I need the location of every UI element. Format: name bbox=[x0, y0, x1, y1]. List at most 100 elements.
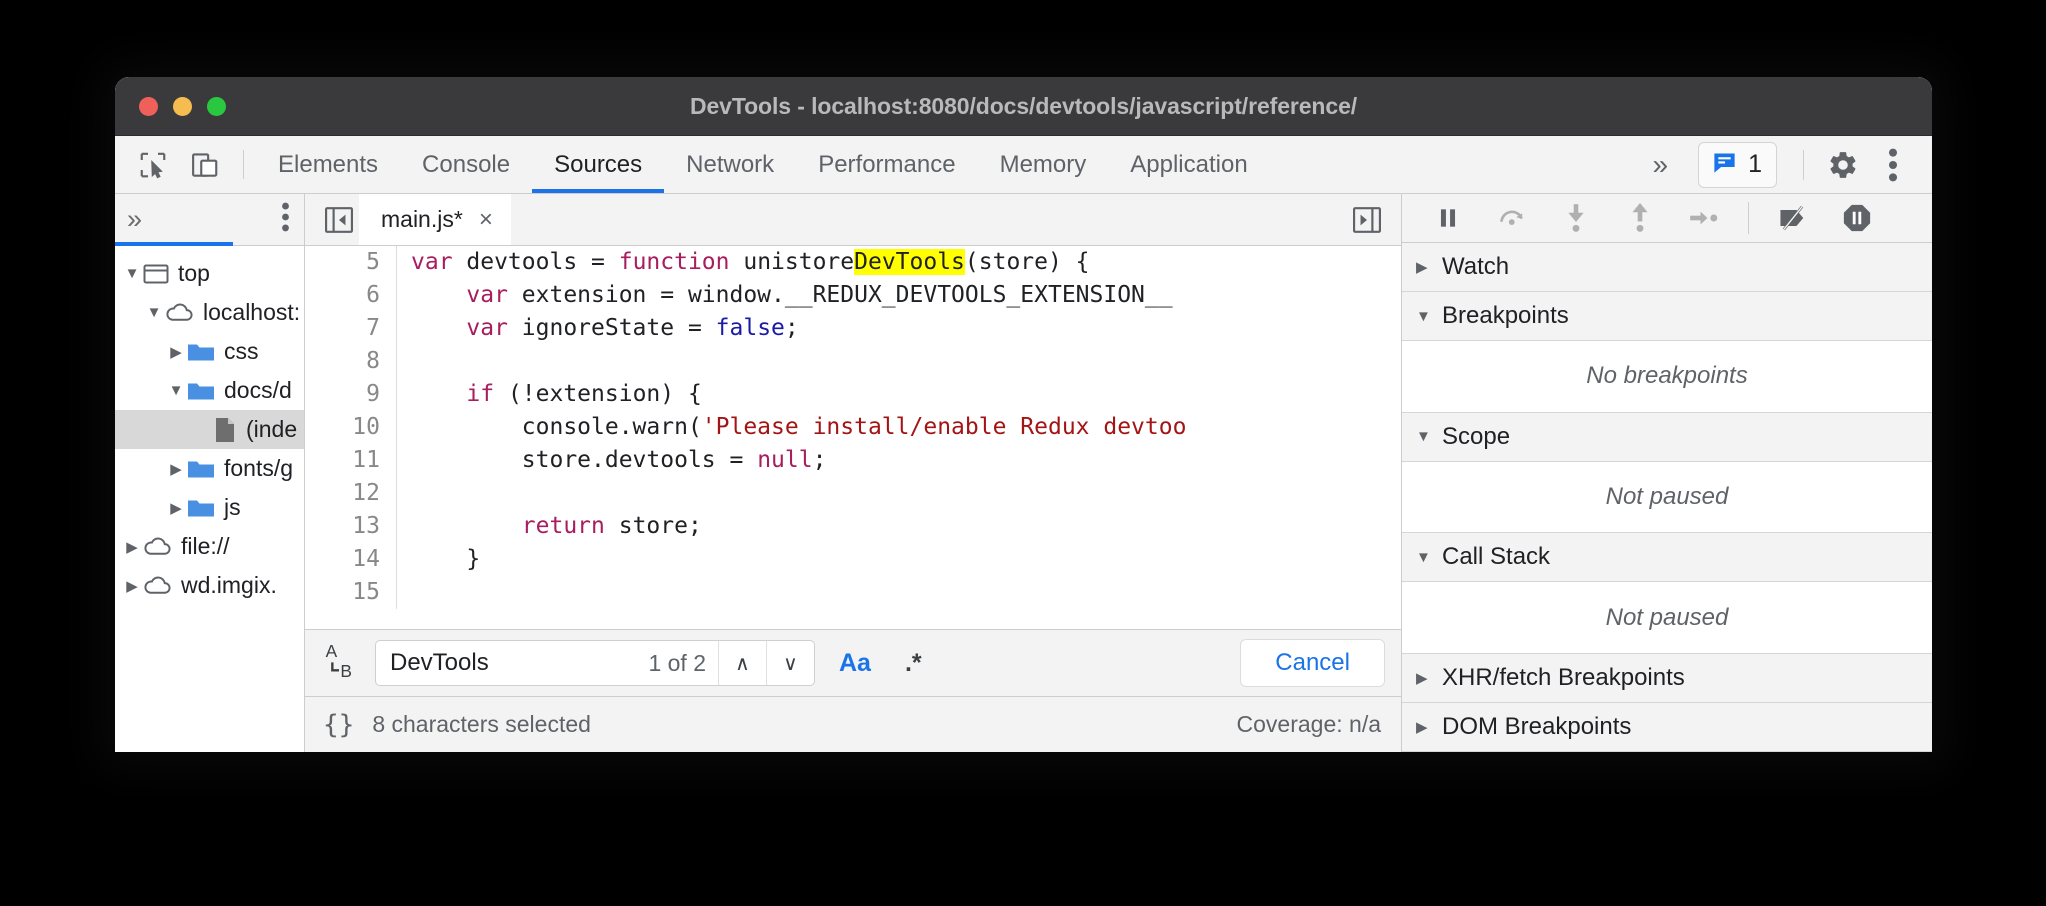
line-number: 10 bbox=[305, 411, 397, 444]
line-number: 6 bbox=[305, 279, 397, 312]
tree-item-index-file-label: (inde bbox=[246, 416, 297, 443]
regex-toggle[interactable]: .* bbox=[895, 649, 932, 678]
chevron-down-icon[interactable]: ▼ bbox=[143, 304, 165, 321]
tab-console[interactable]: Console bbox=[400, 136, 532, 193]
tree-item-file-protocol-label: file:// bbox=[181, 533, 230, 560]
more-tabs-chevron-icon[interactable]: » bbox=[1637, 136, 1685, 193]
code-line: 12 bbox=[305, 477, 1401, 510]
tree-item-wd-imgix-label: wd.imgix. bbox=[181, 572, 277, 599]
code-line: 9 if (!extension) { bbox=[305, 378, 1401, 411]
chevron-right-icon[interactable]: ▶ bbox=[165, 343, 187, 361]
navigator-more-tabs-chevron-icon[interactable]: » bbox=[127, 206, 142, 233]
replace-icon[interactable]: A B bbox=[325, 641, 361, 686]
gear-icon[interactable] bbox=[1820, 149, 1866, 181]
tree-item-docs[interactable]: ▼ docs/d bbox=[115, 371, 304, 410]
svg-text:A: A bbox=[326, 641, 338, 661]
show-navigator-icon[interactable] bbox=[319, 207, 359, 233]
chevron-right-icon[interactable]: ▶ bbox=[165, 460, 187, 478]
minimize-window-button[interactable] bbox=[173, 97, 192, 116]
code-line: 15 bbox=[305, 576, 1401, 609]
step-over-next-function-call-icon[interactable] bbox=[1484, 198, 1540, 238]
svg-text:B: B bbox=[340, 661, 352, 681]
editor-tabbar-right bbox=[1347, 207, 1387, 233]
tab-memory[interactable]: Memory bbox=[978, 136, 1109, 193]
line-content: store.devtools = null; bbox=[397, 444, 826, 477]
line-number: 9 bbox=[305, 378, 397, 411]
kebab-menu-icon[interactable] bbox=[1870, 148, 1916, 182]
chevron-down-icon: ▼ bbox=[1416, 428, 1430, 445]
code-line: 10 console.warn('Please install/enable R… bbox=[305, 411, 1401, 444]
deactivate-breakpoints-icon[interactable] bbox=[1765, 198, 1821, 238]
chevron-right-icon[interactable]: ▶ bbox=[121, 577, 143, 595]
find-previous-button[interactable]: ∧ bbox=[718, 641, 766, 685]
tab-console-label: Console bbox=[422, 151, 510, 179]
pretty-print-icon[interactable]: {} bbox=[323, 710, 354, 740]
line-number: 8 bbox=[305, 345, 397, 378]
debugger-panel: ▶ Watch ▼ Breakpoints No breakpoints ▼ S… bbox=[1402, 194, 1932, 752]
debugger-toolbar-divider bbox=[1748, 202, 1749, 234]
step-into-next-function-call-icon[interactable] bbox=[1548, 198, 1604, 238]
debugger-section-call-stack[interactable]: ▼ Call Stack bbox=[1402, 533, 1932, 582]
find-next-button[interactable]: ∨ bbox=[766, 641, 814, 685]
tree-item-file-protocol[interactable]: ▶ file:// bbox=[115, 527, 304, 566]
line-number: 5 bbox=[305, 246, 397, 279]
tree-item-wd-imgix[interactable]: ▶ wd.imgix. bbox=[115, 566, 304, 605]
maximize-window-button[interactable] bbox=[207, 97, 226, 116]
tab-application[interactable]: Application bbox=[1108, 136, 1269, 193]
coverage-status: Coverage: n/a bbox=[1237, 711, 1381, 738]
tab-elements[interactable]: Elements bbox=[256, 136, 400, 193]
tree-item-css[interactable]: ▶ css bbox=[115, 332, 304, 371]
tree-item-js[interactable]: ▶ js bbox=[115, 488, 304, 527]
tab-network[interactable]: Network bbox=[664, 136, 796, 193]
chevron-down-icon[interactable]: ▼ bbox=[165, 382, 187, 399]
chevron-down-icon[interactable]: ▼ bbox=[121, 265, 143, 282]
cancel-button[interactable]: Cancel bbox=[1240, 639, 1385, 687]
pause-script-execution-icon[interactable] bbox=[1420, 198, 1476, 238]
chevron-right-icon[interactable]: ▶ bbox=[165, 499, 187, 517]
editor-tab-main-js[interactable]: main.js* × bbox=[359, 194, 511, 245]
panel-tabs: Elements Console Sources Network Perform… bbox=[256, 136, 1270, 193]
code-line: 7 var ignoreState = false; bbox=[305, 312, 1401, 345]
tree-item-localhost[interactable]: ▼ localhost: bbox=[115, 293, 304, 332]
code-token: null bbox=[757, 447, 812, 473]
tab-sources-label: Sources bbox=[554, 151, 642, 179]
debugger-section-xhr-breakpoints-label: XHR/fetch Breakpoints bbox=[1442, 664, 1685, 692]
run-snippet-icon[interactable] bbox=[1347, 207, 1387, 233]
file-tree: ▼ top ▼ lo bbox=[115, 246, 304, 605]
code-line: 11 store.devtools = null; bbox=[305, 444, 1401, 477]
find-input[interactable] bbox=[376, 649, 648, 677]
device-toolbar-icon[interactable] bbox=[179, 136, 231, 193]
code-token: (store) { bbox=[965, 249, 1090, 275]
tree-item-top[interactable]: ▼ top bbox=[115, 254, 304, 293]
close-icon[interactable]: × bbox=[479, 206, 493, 234]
frame-icon bbox=[143, 263, 169, 285]
match-case-toggle[interactable]: Aa bbox=[829, 649, 881, 678]
editor-status-bar: {} 8 characters selected Coverage: n/a bbox=[305, 696, 1401, 752]
file-icon bbox=[213, 417, 237, 443]
tree-item-fonts[interactable]: ▶ fonts/g bbox=[115, 449, 304, 488]
line-content bbox=[397, 477, 411, 510]
debugger-section-dom-breakpoints[interactable]: ▶ DOM Breakpoints bbox=[1402, 703, 1932, 752]
step-icon[interactable] bbox=[1676, 198, 1732, 238]
close-window-button[interactable] bbox=[139, 97, 158, 116]
pause-on-exceptions-icon[interactable] bbox=[1829, 198, 1885, 238]
code-editor[interactable]: 5 var devtools = function unistoreDevToo… bbox=[305, 246, 1401, 629]
tab-performance[interactable]: Performance bbox=[796, 136, 977, 193]
line-number: 13 bbox=[305, 510, 397, 543]
console-message-badge[interactable]: 1 bbox=[1698, 142, 1777, 188]
chevron-right-icon[interactable]: ▶ bbox=[121, 538, 143, 556]
navigator-kebab-menu-icon[interactable] bbox=[281, 202, 290, 237]
navigator-header: » bbox=[115, 194, 304, 246]
code-token: console.warn( bbox=[411, 414, 702, 440]
debugger-section-xhr-breakpoints[interactable]: ▶ XHR/fetch Breakpoints bbox=[1402, 654, 1932, 703]
inspect-element-icon[interactable] bbox=[127, 136, 179, 193]
code-token bbox=[411, 513, 522, 539]
debugger-section-watch[interactable]: ▶ Watch bbox=[1402, 243, 1932, 292]
tab-sources[interactable]: Sources bbox=[532, 136, 664, 193]
debugger-section-scope[interactable]: ▼ Scope bbox=[1402, 413, 1932, 462]
tab-network-label: Network bbox=[686, 151, 774, 179]
tree-item-index-file[interactable]: (inde bbox=[115, 410, 304, 449]
step-out-of-current-function-icon[interactable] bbox=[1612, 198, 1668, 238]
debugger-section-breakpoints[interactable]: ▼ Breakpoints bbox=[1402, 292, 1932, 341]
scope-empty-message: Not paused bbox=[1402, 462, 1932, 534]
